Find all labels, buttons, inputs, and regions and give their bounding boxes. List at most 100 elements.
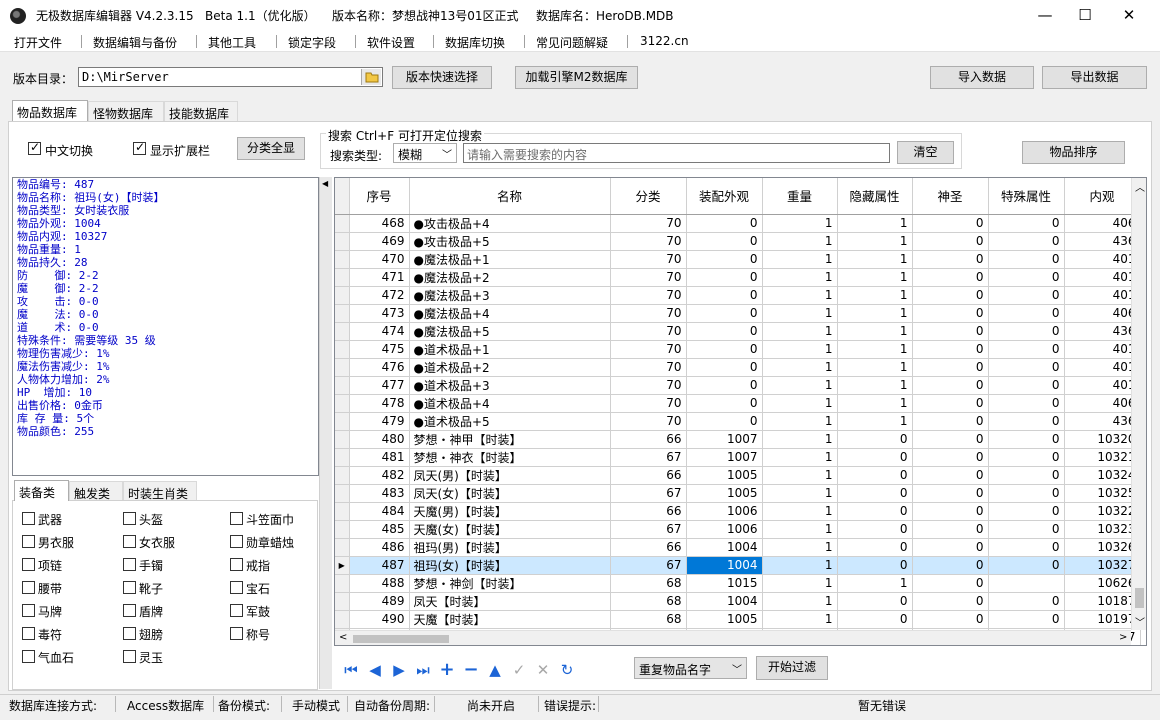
row-indicator[interactable]: [335, 412, 350, 431]
category-checkbox[interactable]: [22, 581, 35, 594]
col-header-holy[interactable]: 神圣: [912, 178, 989, 215]
cell-holy[interactable]: 0: [912, 250, 989, 269]
cell-index[interactable]: 480: [349, 430, 410, 449]
table-row[interactable]: 484 天魔(男)【时装】 66 1006 1 0 0 0 10322: [335, 502, 1141, 521]
category-checkbox[interactable]: [123, 627, 136, 640]
category-checkbox[interactable]: [22, 627, 35, 640]
cell-holy[interactable]: 0: [912, 430, 989, 449]
cell-name[interactable]: ●魔法极品+4: [409, 304, 611, 323]
category-checkbox[interactable]: [22, 512, 35, 525]
menu-site-link[interactable]: 3122.cn: [640, 34, 689, 48]
cell-special-attr[interactable]: 0: [988, 394, 1065, 413]
cell-index[interactable]: 489: [349, 592, 410, 611]
cell-weight[interactable]: 1: [762, 412, 838, 431]
cell-index[interactable]: 477: [349, 376, 410, 395]
table-row[interactable]: 486 祖玛(男)【时装】 66 1004 1 0 0 0 10326: [335, 538, 1141, 557]
cell-weight[interactable]: 1: [762, 268, 838, 287]
cell-holy[interactable]: 0: [912, 322, 989, 341]
cell-hidden-attr[interactable]: 1: [837, 412, 913, 431]
row-indicator[interactable]: [335, 430, 350, 449]
cell-hidden-attr[interactable]: 0: [837, 502, 913, 521]
col-header-hidden-attr[interactable]: 隐藏属性: [837, 178, 913, 215]
show-ext-checkbox[interactable]: [133, 140, 146, 155]
cell-holy[interactable]: 0: [912, 574, 989, 593]
cell-appearance[interactable]: 0: [686, 358, 763, 377]
category-checkbox[interactable]: [230, 512, 243, 525]
close-icon[interactable]: ✕: [1106, 0, 1152, 31]
cell-name[interactable]: ●道术极品+1: [409, 340, 611, 359]
cell-weight[interactable]: 1: [762, 556, 838, 575]
maximize-icon[interactable]: ☐: [1062, 0, 1108, 31]
category-checkbox[interactable]: [230, 581, 243, 594]
cell-appearance[interactable]: 0: [686, 376, 763, 395]
col-header-category[interactable]: 分类: [610, 178, 687, 215]
cell-category[interactable]: 68: [610, 574, 687, 593]
cell-name[interactable]: ●道术极品+5: [409, 412, 611, 431]
cell-appearance[interactable]: 0: [686, 304, 763, 323]
cell-appearance[interactable]: 1007: [686, 448, 763, 467]
last-record-icon[interactable]: ⏭: [414, 661, 432, 679]
cell-special-attr[interactable]: 0: [988, 376, 1065, 395]
table-row[interactable]: 485 天魔(女)【时装】 67 1006 1 0 0 0 10323: [335, 520, 1141, 539]
cell-name[interactable]: ●魔法极品+1: [409, 250, 611, 269]
cell-name[interactable]: 梦想・神甲【时装】: [409, 430, 611, 449]
cell-appearance[interactable]: 1006: [686, 502, 763, 521]
chinese-switch-checkbox[interactable]: [28, 140, 41, 155]
menu-open-file[interactable]: 打开文件: [14, 34, 62, 51]
cell-special-attr[interactable]: 0: [988, 466, 1065, 485]
cell-hidden-attr[interactable]: 0: [837, 466, 913, 485]
cell-name[interactable]: ●攻击极品+4: [409, 214, 611, 233]
cell-special-attr[interactable]: 0: [988, 214, 1065, 233]
category-checkbox[interactable]: [123, 512, 136, 525]
cell-index[interactable]: 469: [349, 232, 410, 251]
cell-category[interactable]: 66: [610, 466, 687, 485]
cell-category[interactable]: 70: [610, 250, 687, 269]
cell-special-attr[interactable]: 0: [988, 304, 1065, 323]
cell-name[interactable]: ●魔法极品+3: [409, 286, 611, 305]
prior-record-icon[interactable]: ◀: [366, 661, 384, 679]
row-indicator[interactable]: [335, 574, 350, 593]
cell-index[interactable]: 485: [349, 520, 410, 539]
cell-hidden-attr[interactable]: 1: [837, 394, 913, 413]
cell-special-attr[interactable]: 0: [988, 610, 1065, 629]
cell-inner-look[interactable]: 436: [1064, 412, 1141, 431]
cell-special-attr[interactable]: 0: [988, 430, 1065, 449]
row-indicator[interactable]: [335, 376, 350, 395]
cell-hidden-attr[interactable]: 1: [837, 268, 913, 287]
start-filter-button[interactable]: 开始过滤: [756, 656, 828, 680]
category-checkbox[interactable]: [123, 535, 136, 548]
row-indicator[interactable]: [335, 286, 350, 305]
cell-weight[interactable]: 1: [762, 286, 838, 305]
row-indicator[interactable]: [335, 214, 350, 233]
cell-hidden-attr[interactable]: 1: [837, 340, 913, 359]
cell-inner-look[interactable]: 406: [1064, 304, 1141, 323]
row-indicator[interactable]: [335, 448, 350, 467]
table-row[interactable]: 474 ●魔法极品+5 70 0 1 1 0 0 436: [335, 322, 1141, 341]
cell-index[interactable]: 472: [349, 286, 410, 305]
row-indicator[interactable]: [335, 502, 350, 521]
scroll-thumb[interactable]: [1135, 588, 1144, 608]
cell-inner-look[interactable]: 436: [1064, 322, 1141, 341]
cell-category[interactable]: 70: [610, 394, 687, 413]
cancel-record-icon[interactable]: ✕: [534, 661, 552, 679]
cell-category[interactable]: 68: [610, 592, 687, 611]
cell-category[interactable]: 70: [610, 340, 687, 359]
cell-weight[interactable]: 1: [762, 430, 838, 449]
tab-equipment[interactable]: 装备类: [14, 480, 69, 501]
cell-special-attr[interactable]: 0: [988, 502, 1065, 521]
table-row[interactable]: 475 ●道术极品+1 70 0 1 1 0 0 401: [335, 340, 1141, 359]
col-header-special-attr[interactable]: 特殊属性: [988, 178, 1065, 215]
scroll-right-icon[interactable]: >: [1119, 632, 1127, 643]
cell-weight[interactable]: 1: [762, 358, 838, 377]
cell-appearance[interactable]: 0: [686, 232, 763, 251]
table-row[interactable]: 489 凤天【时装】 68 1004 1 0 0 0 10187: [335, 592, 1141, 611]
cell-hidden-attr[interactable]: 1: [837, 574, 913, 593]
cell-holy[interactable]: 0: [912, 610, 989, 629]
row-indicator[interactable]: [335, 484, 350, 503]
quick-select-button[interactable]: 版本快速选择: [392, 66, 492, 89]
tab-fashion-zodiac[interactable]: 时装生肖类: [123, 481, 197, 502]
cell-index[interactable]: 471: [349, 268, 410, 287]
cell-name[interactable]: 天魔(男)【时装】: [409, 502, 611, 521]
cell-weight[interactable]: 1: [762, 466, 838, 485]
cell-hidden-attr[interactable]: 1: [837, 358, 913, 377]
